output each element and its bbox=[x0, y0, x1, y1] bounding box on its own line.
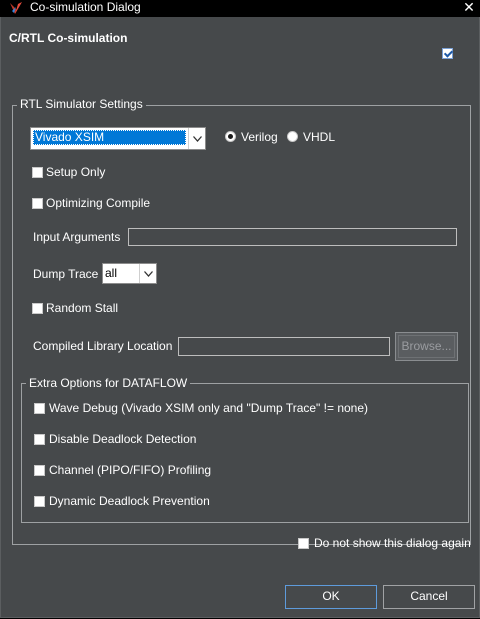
vhdl-radio-label[interactable]: VHDL bbox=[303, 130, 335, 144]
chevron-down-icon[interactable] bbox=[188, 128, 205, 149]
dump-trace-select[interactable]: all bbox=[102, 263, 157, 284]
browse-button[interactable]: Browse... bbox=[395, 332, 458, 361]
input-arguments-field[interactable] bbox=[128, 228, 457, 246]
dump-trace-label: Dump Trace bbox=[33, 267, 99, 281]
vivado-hls-app-icon bbox=[8, 1, 24, 16]
optimizing-compile-label[interactable]: Optimizing Compile bbox=[46, 196, 150, 210]
dynamic-deadlock-prevention-label[interactable]: Dynamic Deadlock Prevention bbox=[49, 494, 210, 508]
setup-only-label[interactable]: Setup Only bbox=[46, 165, 105, 179]
wave-debug-label[interactable]: Wave Debug (Vivado XSIM only and "Dump T… bbox=[49, 401, 368, 415]
dataflow-options-legend: Extra Options for DATAFLOW bbox=[26, 376, 191, 390]
verilog-radio-label[interactable]: Verilog bbox=[241, 130, 278, 144]
channel-profiling-checkbox[interactable] bbox=[34, 465, 45, 476]
vhdl-radio[interactable] bbox=[287, 131, 298, 142]
window-title: Co-simulation Dialog bbox=[30, 0, 141, 14]
dump-trace-value: all bbox=[105, 266, 118, 280]
header-checkbox[interactable] bbox=[442, 48, 453, 59]
verilog-radio[interactable] bbox=[225, 131, 236, 142]
rtl-simulator-settings-legend: RTL Simulator Settings bbox=[17, 97, 146, 111]
dont-show-again-label[interactable]: Do not show this dialog again bbox=[314, 536, 471, 550]
channel-profiling-label[interactable]: Channel (PIPO/FIFO) Profiling bbox=[49, 463, 211, 477]
compiled-library-field[interactable] bbox=[178, 337, 390, 356]
cancel-button[interactable]: Cancel bbox=[383, 585, 475, 609]
random-stall-label[interactable]: Random Stall bbox=[46, 301, 118, 315]
dont-show-again-checkbox[interactable] bbox=[298, 538, 309, 549]
simulator-select[interactable]: Vivado XSIM bbox=[30, 127, 206, 150]
disable-deadlock-detection-label[interactable]: Disable Deadlock Detection bbox=[49, 432, 196, 446]
close-icon[interactable]: ✕ bbox=[462, 0, 476, 15]
optimizing-compile-checkbox[interactable] bbox=[32, 198, 43, 209]
random-stall-checkbox[interactable] bbox=[32, 303, 43, 314]
title-bar: Co-simulation Dialog ✕ bbox=[0, 0, 480, 17]
ok-button[interactable]: OK bbox=[285, 585, 377, 609]
chevron-down-icon[interactable] bbox=[139, 264, 156, 283]
disable-deadlock-detection-checkbox[interactable] bbox=[34, 434, 45, 445]
browse-button-focus-frame bbox=[398, 335, 455, 358]
input-arguments-label: Input Arguments bbox=[33, 230, 121, 244]
dynamic-deadlock-prevention-checkbox[interactable] bbox=[34, 496, 45, 507]
wave-debug-checkbox[interactable] bbox=[34, 403, 45, 414]
dialog-body: C/RTL Co-simulation RTL Simulator Settin… bbox=[0, 17, 480, 618]
compiled-library-label: Compiled Library Location bbox=[33, 339, 173, 353]
setup-only-checkbox[interactable] bbox=[32, 167, 43, 178]
simulator-select-value: Vivado XSIM bbox=[33, 130, 186, 145]
page-title: C/RTL Co-simulation bbox=[9, 31, 128, 45]
